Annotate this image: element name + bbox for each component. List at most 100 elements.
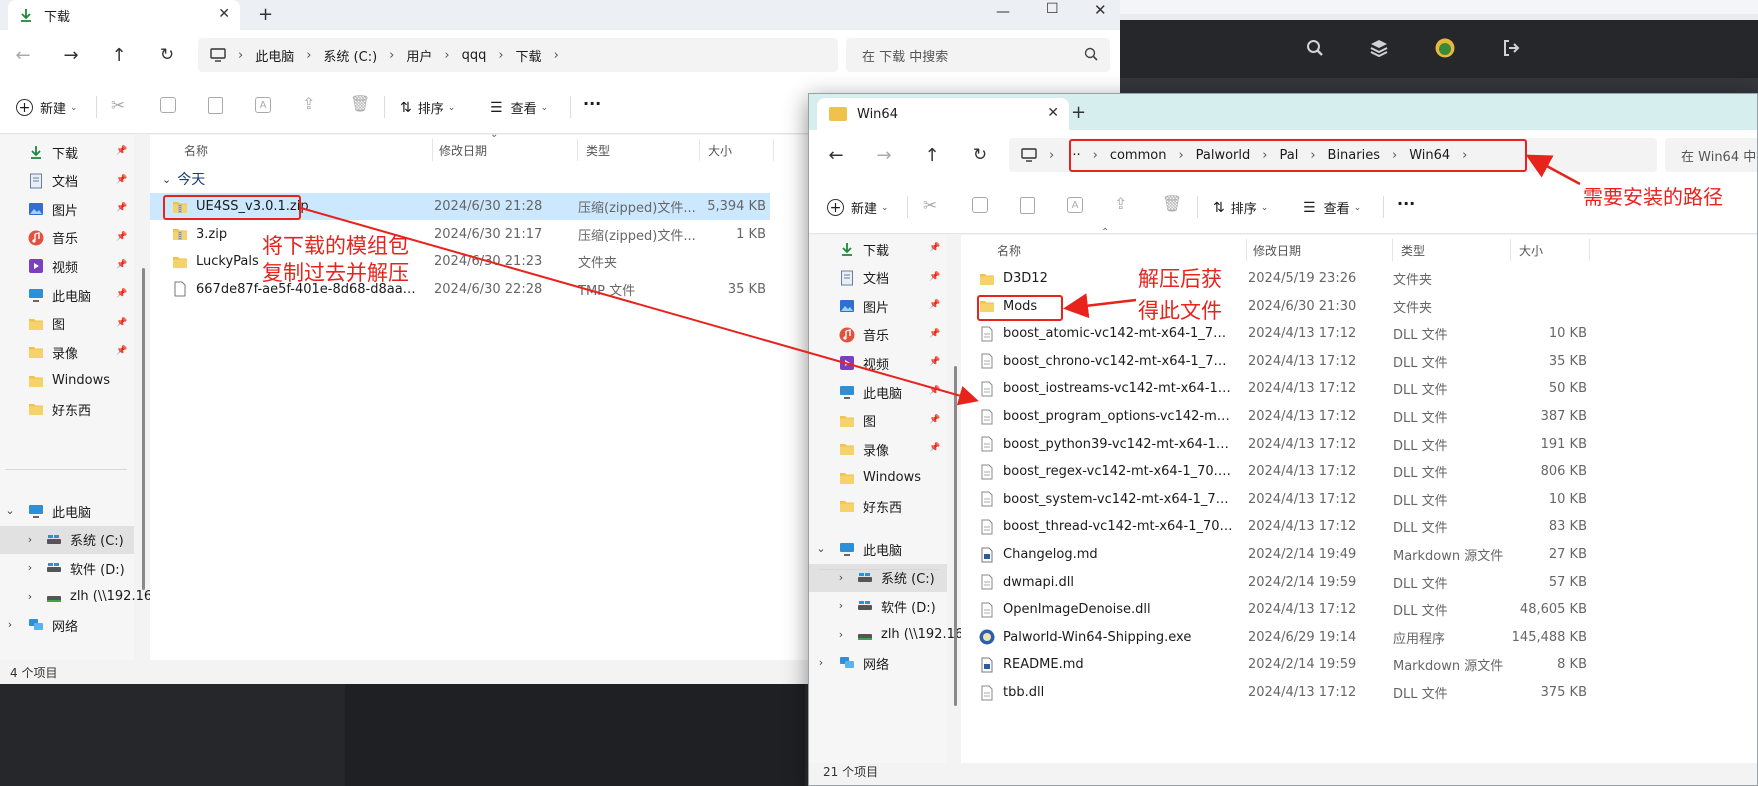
breadcrumb-item[interactable]: 用户 <box>402 46 436 65</box>
add-tab-button[interactable]: + <box>258 4 273 25</box>
file-row[interactable]: Palworld-Win64-Shipping.exe 2024/6/29 19:… <box>961 624 1601 651</box>
close-window-icon[interactable]: ✕ <box>1094 1 1107 19</box>
nav-item[interactable]: 图片 📌 <box>809 292 947 320</box>
column-date[interactable]: 修改日期 <box>432 139 577 161</box>
copy-icon[interactable] <box>972 197 988 213</box>
file-row[interactable]: Changelog.md 2024/2/14 19:49 Markdown 源文件 2… <box>961 541 1601 568</box>
file-row[interactable]: boost_regex-vc142-mt-x64-1_70.dll 2024/4/… <box>961 458 1601 485</box>
file-row[interactable]: OpenImageDenoise.dll 2024/4/13 17:12 DLL 文… <box>961 596 1601 623</box>
file-row[interactable]: boost_atomic-vc142-mt-x64-1_70.dll 2024/4… <box>961 320 1601 347</box>
chevron-right-icon[interactable]: › <box>4 618 16 631</box>
share-icon[interactable]: ⇪ <box>1114 194 1127 213</box>
view-button[interactable]: ☰ 查看 ⌄ <box>490 98 548 118</box>
nav-scrollbar[interactable] <box>142 268 145 590</box>
nav-tree-item[interactable]: › zlh (\\192.168 <box>0 583 161 611</box>
back-icon[interactable]: ← <box>10 42 36 68</box>
nav-item[interactable]: 音乐 📌 <box>0 224 134 252</box>
nav-item[interactable]: 此电脑 📌 <box>809 378 947 406</box>
nav-item[interactable]: 下载 📌 <box>0 138 134 166</box>
avatar-icon[interactable] <box>1435 38 1455 58</box>
delete-icon[interactable]: 🗑 <box>1162 194 1182 213</box>
group-header[interactable]: ⌄ 今天 <box>162 169 205 189</box>
share-icon[interactable]: ⇪ <box>302 94 315 113</box>
rename-icon[interactable]: A <box>1067 197 1083 213</box>
rename-icon[interactable]: A <box>255 97 271 113</box>
nav-item[interactable]: 文档 📌 <box>809 264 947 292</box>
search-icon[interactable] <box>1305 38 1325 58</box>
chevron-right-icon[interactable]: › <box>835 628 847 641</box>
chevron-right-icon[interactable]: › <box>835 599 847 612</box>
nav-item[interactable]: 图 📌 <box>809 407 947 435</box>
nav-item[interactable]: 录像 📌 <box>809 435 947 463</box>
layers-icon[interactable] <box>1369 38 1389 58</box>
nav-item[interactable]: 图片 📌 <box>0 195 134 223</box>
nav-tree-item[interactable]: ⌄ 此电脑 <box>809 535 947 563</box>
nav-tree-item[interactable]: › 软件 (D:) <box>0 554 134 582</box>
file-row[interactable]: 3.zip 2024/6/30 21:17 压缩(zipped)文件... 1 KB <box>150 221 770 248</box>
file-row[interactable]: D3D12 2024/5/19 23:26 文件夹 <box>961 265 1601 292</box>
file-row[interactable]: 667de87f-ae5f-401e-8d68-d8aa2bc3... 2024/… <box>150 276 770 303</box>
back-icon[interactable]: ← <box>823 142 849 168</box>
file-row[interactable]: boost_iostreams-vc142-mt-x64-1_70.... 202… <box>961 375 1601 402</box>
more-options-button[interactable]: ··· <box>1397 194 1415 213</box>
chevron-down-icon[interactable]: ⌄ <box>4 504 16 517</box>
close-tab-icon[interactable]: ✕ <box>218 6 230 22</box>
breadcrumb-item[interactable]: 此电脑 <box>251 46 298 65</box>
file-row[interactable]: boost_chrono-vc142-mt-x64-1_70.dll 2024/4… <box>961 348 1601 375</box>
search-input[interactable]: 在 下载 中搜索 <box>846 38 1110 72</box>
chevron-right-icon[interactable]: › <box>24 561 36 574</box>
column-date[interactable]: 修改日期 <box>1246 239 1392 261</box>
column-name[interactable]: 名称 <box>184 139 208 161</box>
nav-item[interactable]: 视频 📌 <box>809 349 947 377</box>
search-input[interactable]: 在 Win64 中搜 <box>1665 138 1757 172</box>
close-tab-icon[interactable]: ✕ <box>1047 105 1059 121</box>
refresh-icon[interactable]: ↻ <box>154 42 180 68</box>
nav-tree-item[interactable]: › 系统 (C:) <box>809 563 947 592</box>
file-row[interactable]: boost_python39-vc142-mt-x64-1_70.dll 2024… <box>961 431 1601 458</box>
column-type[interactable]: 类型 <box>577 139 699 161</box>
nav-tree-item[interactable]: › zlh (\\192.168 <box>809 621 972 649</box>
nav-item[interactable]: 好东西 <box>809 492 947 520</box>
forward-icon[interactable]: → <box>58 42 84 68</box>
nav-item[interactable]: 此电脑 📌 <box>0 281 134 309</box>
nav-item[interactable]: 文档 📌 <box>0 167 134 195</box>
up-icon[interactable]: ↑ <box>919 142 945 168</box>
nav-item[interactable]: 录像 📌 <box>0 338 134 366</box>
new-button[interactable]: + 新建 ⌄ <box>827 198 889 217</box>
nav-item[interactable]: 下载 📌 <box>809 235 947 263</box>
file-row[interactable]: boost_system-vc142-mt-x64-1_70.dll 2024/4… <box>961 486 1601 513</box>
nav-item[interactable]: 音乐 📌 <box>809 321 947 349</box>
minimize-icon[interactable]: — <box>996 4 1010 20</box>
nav-item[interactable]: 视频 📌 <box>0 252 134 280</box>
more-options-button[interactable]: ··· <box>583 94 601 113</box>
file-row[interactable]: dwmapi.dll 2024/2/14 19:59 DLL 文件 57 KB <box>961 569 1601 596</box>
breadcrumb-item[interactable]: 系统 (C:) <box>319 46 381 65</box>
column-name[interactable]: 名称 <box>997 239 1021 261</box>
nav-item[interactable]: Windows <box>809 464 947 492</box>
view-button[interactable]: ☰ 查看 ⌄ <box>1303 198 1361 218</box>
chevron-right-icon[interactable]: › <box>24 533 36 546</box>
cut-icon[interactable]: ✂ <box>111 96 125 116</box>
chevron-right-icon[interactable]: › <box>815 656 827 669</box>
chevron-right-icon[interactable]: › <box>24 590 36 603</box>
up-icon[interactable]: ↑ <box>106 42 132 68</box>
paste-icon[interactable] <box>208 97 223 114</box>
nav-tree-item[interactable]: ⌄ 此电脑 <box>0 497 134 525</box>
file-row[interactable]: LuckyPals 2024/6/30 21:23 文件夹 <box>150 248 770 275</box>
file-row[interactable]: boost_thread-vc142-mt-x64-1_70.dll 2024/4… <box>961 513 1601 540</box>
chevron-right-icon[interactable]: › <box>835 571 847 584</box>
file-row[interactable]: boost_program_options-vc142-mt-x6... 2024… <box>961 403 1601 430</box>
file-row[interactable]: tbb.dll 2024/4/13 17:12 DLL 文件 375 KB <box>961 679 1601 706</box>
add-tab-button[interactable]: + <box>1071 102 1086 123</box>
file-row[interactable]: README.md 2024/2/14 19:59 Markdown 源文件 8 KB <box>961 651 1601 678</box>
breadcrumb[interactable]: › 此电脑 › 系统 (C:) › 用户 › qqq › 下载 › <box>198 38 838 72</box>
cut-icon[interactable]: ✂ <box>923 196 937 216</box>
paste-icon[interactable] <box>1020 197 1035 214</box>
tab-win64[interactable]: Win64 ✕ <box>817 98 1069 130</box>
tab-downloads[interactable]: 下载 ✕ <box>8 0 240 30</box>
column-type[interactable]: 类型 <box>1392 239 1510 261</box>
sort-button[interactable]: ⇅ 排序 ⌄ <box>1213 198 1268 218</box>
nav-item[interactable]: Windows <box>0 367 134 395</box>
breadcrumb-item[interactable]: 下载 <box>512 46 546 65</box>
delete-icon[interactable]: 🗑 <box>350 94 370 113</box>
